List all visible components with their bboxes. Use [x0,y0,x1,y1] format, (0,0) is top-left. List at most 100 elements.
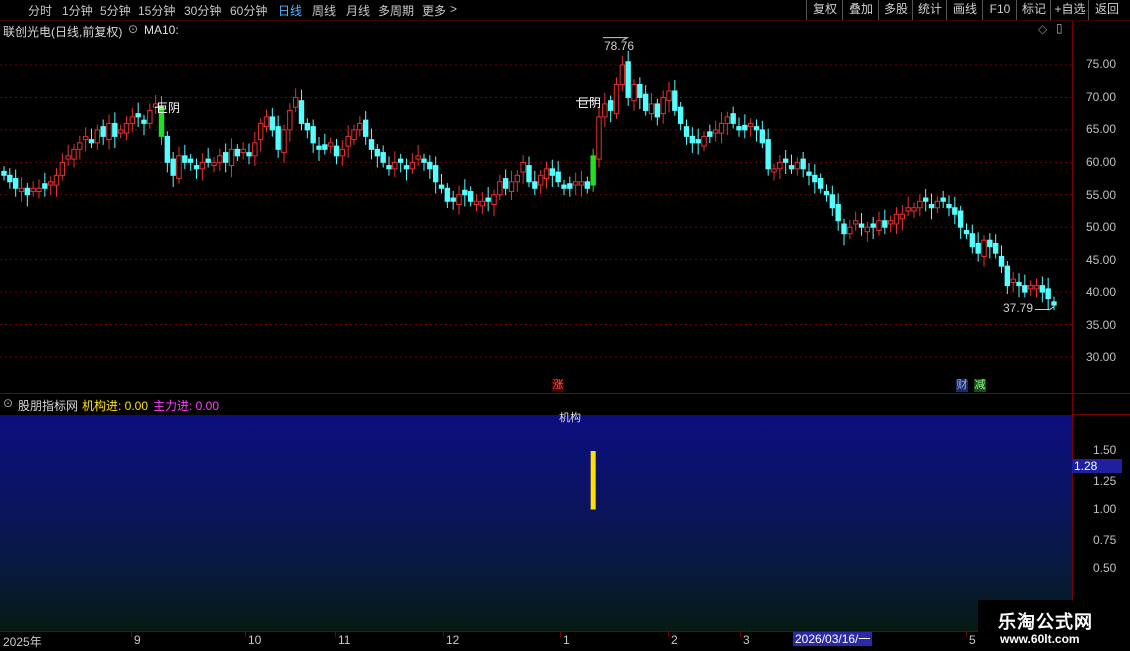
candle-body [572,181,579,186]
tab-1min[interactable]: 1分钟 [62,2,93,19]
period-toolbar: 分时 1分钟 5分钟 15分钟 30分钟 60分钟 日线 周线 月线 多周期 更… [0,0,1130,21]
watermark-title: 乐淘公式网 [998,612,1093,632]
candle-body [946,204,952,209]
adjust-button[interactable]: 复权 [806,0,843,20]
candle-body [689,135,696,144]
candle-body [712,129,719,134]
tab-weekly[interactable]: 周线 [312,2,336,19]
candle-body [835,204,841,222]
stats-button[interactable]: 统计 [912,0,947,20]
tab-monthly[interactable]: 月线 [346,2,370,19]
candle-body [444,187,451,202]
candle-body [823,191,830,196]
candle-body [905,207,911,212]
indicator-dropdown-icon[interactable]: ⊙ [3,396,13,410]
date-tick-label: 10 [248,633,262,647]
candle-body [911,207,917,212]
candle-body [922,197,929,202]
tab-5min[interactable]: 5分钟 [100,2,131,19]
low-price-label: 37.79 [1003,301,1034,315]
candle-body [438,184,445,189]
candle-body [952,207,958,215]
candle-body [467,191,474,202]
back-button[interactable]: 返回 [1088,0,1125,20]
candle-body [263,116,270,128]
date-tick-label: 5 [969,633,976,647]
limit-up-badge[interactable]: 涨 [552,379,564,392]
date-tick-label: 1 [563,633,570,647]
candle-body [561,184,567,189]
add-watchlist-button[interactable]: +自选 [1050,0,1089,20]
candle-body [164,135,171,163]
candle-body [246,152,252,157]
inst-inflow-label: 机构进: 0.00 [82,399,149,413]
draw-line-button[interactable]: 画线 [946,0,983,20]
candle-body [333,145,340,157]
candle-body [65,155,71,160]
candle-body [1022,285,1028,293]
candle-body [485,197,491,202]
candle-body [777,161,783,170]
candle-body [806,171,812,176]
candle-body [292,96,299,108]
date-tick [245,632,246,637]
candle-body [456,194,462,206]
price-tick-label: 70.00 [1086,90,1117,104]
candle-body [47,181,54,186]
indicator-chart [590,451,596,510]
candle-body [427,161,433,170]
candle-body [660,96,666,115]
reduce-badge[interactable]: 减 [974,379,986,392]
f10-button[interactable]: F10 [982,0,1017,20]
candle-body [392,161,398,170]
candle-body [339,148,346,157]
tab-more[interactable]: 更多 [422,2,446,19]
candle-body [852,220,859,225]
multi-stock-button[interactable]: 多股 [878,0,913,20]
candle-body [847,226,853,235]
candle-body [82,135,89,141]
candle-body [112,122,118,137]
candle-body [252,142,258,157]
finance-badge[interactable]: 财 [956,379,968,392]
candle-body [701,135,707,147]
candle-body [753,126,760,131]
tab-daily[interactable]: 日线 [278,2,302,19]
price-tick-label: 60.00 [1086,155,1117,169]
candle-body [1045,288,1051,300]
candle-body [724,116,731,124]
tab-multi-period[interactable]: 多周期 [378,2,414,19]
overlay-button[interactable]: 叠加 [842,0,879,20]
chevron-right-icon[interactable]: > [450,2,457,16]
mark-button[interactable]: 标记 [1016,0,1051,20]
indicator-tick-label: 1.50 [1093,443,1117,457]
date-tick [443,632,444,637]
tab-intraday[interactable]: 分时 [28,2,52,19]
candle-body [1010,278,1016,283]
candle-body [683,126,690,137]
candle-body [106,122,112,141]
candle-body [736,126,742,131]
price-tick-label: 50.00 [1086,220,1117,234]
candle-body [275,126,281,150]
tab-30min[interactable]: 30分钟 [184,2,221,19]
candle-body [812,174,818,183]
candle-body [491,194,497,206]
candle-body [345,135,351,147]
date-tick [668,632,669,637]
candle-body [771,168,777,173]
candle-body [234,148,241,157]
candle-body [298,100,305,124]
candle-body [590,155,596,186]
candle-body [88,139,95,144]
tab-15min[interactable]: 15分钟 [138,2,175,19]
candle-body [607,100,614,111]
price-tick-label: 40.00 [1086,285,1117,299]
indicator-tick-label: 0.75 [1093,533,1117,547]
indicator-title: 股朋指标网 [18,399,79,413]
candle-body [182,155,188,163]
candle-body [473,200,480,206]
candle-body [217,155,223,163]
candle-body [549,168,556,176]
tab-60min[interactable]: 60分钟 [230,2,267,19]
